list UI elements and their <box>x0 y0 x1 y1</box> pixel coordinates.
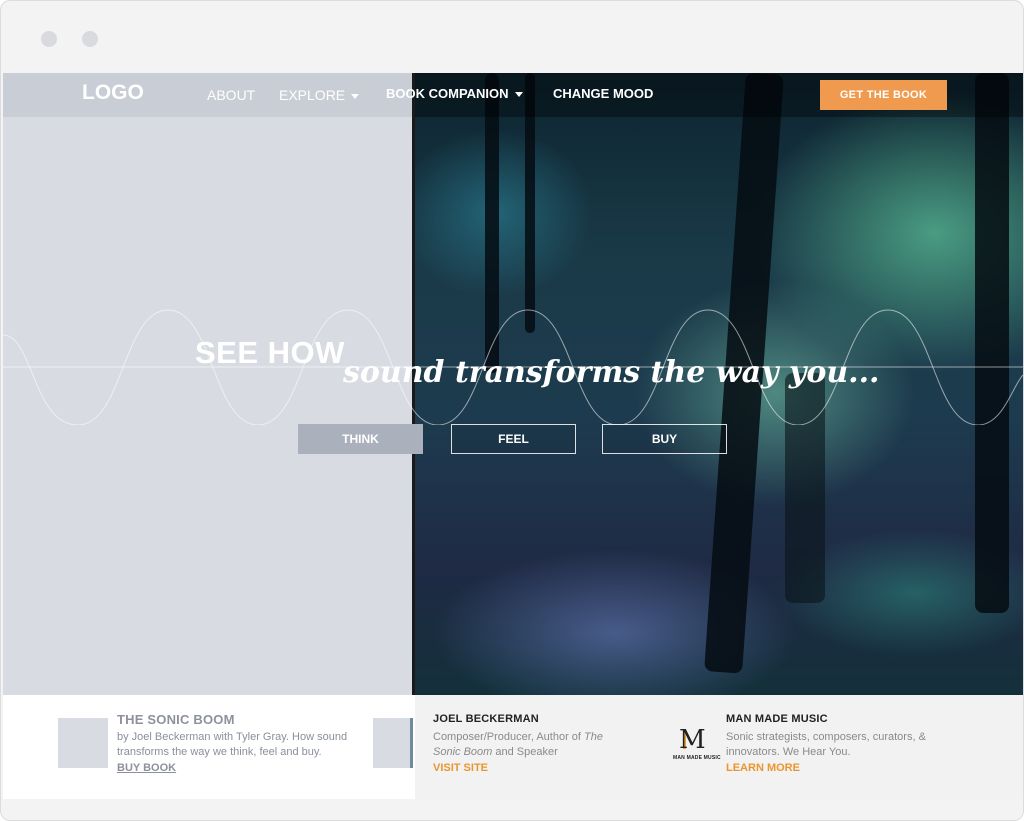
nav-book-companion[interactable]: BOOK COMPANION <box>386 86 523 101</box>
feel-button[interactable]: FEEL <box>451 424 576 454</box>
nav-explore[interactable]: EXPLORE <box>279 87 360 103</box>
hero-see-how: SEE HOW <box>195 335 345 370</box>
author-description: Composer/Producer, Author of The Sonic B… <box>433 731 603 758</box>
nav-explore-label: EXPLORE <box>279 87 346 103</box>
get-the-book-button[interactable]: GET THE BOOK <box>820 80 947 110</box>
man-made-music-logo-icon: M MAN MADE MUSIC <box>673 725 721 761</box>
nav-about[interactable]: ABOUT <box>207 87 255 103</box>
buy-book-link[interactable]: BUY BOOK <box>117 762 176 774</box>
chevron-down-icon <box>351 93 360 99</box>
author-photo <box>373 718 413 768</box>
page-viewport: LOGO ABOUT EXPLORE BOOK COMPANION CHANGE… <box>3 73 1023 799</box>
think-button[interactable]: THINK <box>298 424 423 454</box>
book-title: THE SONIC BOOM <box>117 712 235 727</box>
site-logo[interactable]: LOGO <box>82 81 144 105</box>
window-dot-icon <box>82 31 98 47</box>
company-name: MAN MADE MUSIC <box>726 713 828 725</box>
book-cover-image <box>58 718 108 768</box>
nav-change-mood[interactable]: CHANGE MOOD <box>553 86 653 101</box>
chevron-down-icon <box>514 92 523 98</box>
browser-window: LOGO ABOUT EXPLORE BOOK COMPANION CHANGE… <box>0 0 1024 821</box>
company-description: Sonic strategists, composers, curators, … <box>726 731 926 758</box>
nav-book-companion-label: BOOK COMPANION <box>386 86 509 101</box>
learn-more-link[interactable]: LEARN MORE <box>726 762 800 774</box>
visit-site-link[interactable]: VISIT SITE <box>433 762 488 774</box>
window-dot-icon <box>41 31 57 47</box>
author-name: JOEL BECKERMAN <box>433 713 539 725</box>
buy-button[interactable]: BUY <box>602 424 727 454</box>
hero-tagline: sound transforms the way you... <box>343 355 880 390</box>
book-description: by Joel Beckerman with Tyler Gray. How s… <box>117 731 348 758</box>
footer: THE SONIC BOOM by Joel Beckerman with Ty… <box>3 695 1023 799</box>
